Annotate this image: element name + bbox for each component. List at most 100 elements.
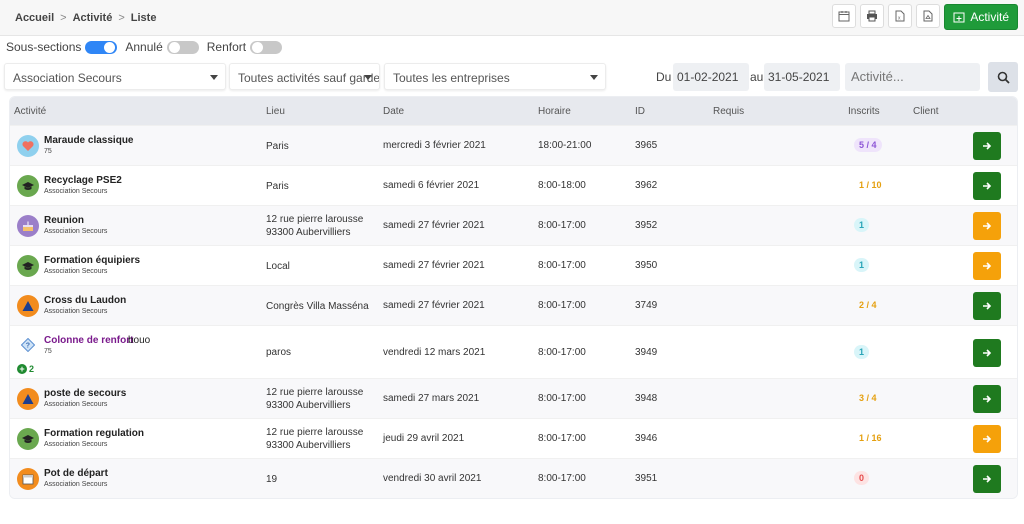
table-row[interactable]: Pot de départ Association Secours 19 vendre… [10, 458, 1017, 498]
column-header-lieu[interactable]: Lieu [266, 106, 285, 117]
company-select[interactable]: Toutes les entreprises [384, 63, 606, 90]
activity-time: 8:00-17:00 [538, 220, 586, 231]
table-row[interactable]: Formation équipiers Association Secours Lo… [10, 245, 1017, 285]
open-activity-button[interactable] [973, 465, 1001, 493]
table-row[interactable]: poste de secours Association Secours 12 ru… [10, 378, 1017, 418]
open-activity-button[interactable] [973, 338, 1001, 367]
section-select[interactable]: Association Secours [4, 63, 226, 90]
table-header: Activité Lieu Date Horaire ID Requis Ins… [10, 97, 1017, 125]
breadcrumb-separator: > [118, 12, 125, 24]
toggle-annule[interactable]: Annulé [125, 40, 199, 54]
excel-export-button[interactable]: x [888, 4, 913, 28]
toggle-label: Renfort [206, 40, 247, 54]
location-line: 12 rue pierre larousse [266, 214, 364, 225]
breadcrumb: Accueil > Activité > Liste [15, 12, 156, 24]
arrow-right-icon [983, 182, 992, 190]
calendar-button[interactable] [832, 4, 857, 28]
activity-search-input[interactable]: Activité... [845, 63, 980, 91]
section-select-value: Association Secours [13, 71, 122, 85]
print-button[interactable] [860, 4, 885, 28]
activity-name[interactable]: Pot de départ [44, 468, 108, 479]
activity-id: 3952 [635, 220, 658, 231]
open-activity-button[interactable] [973, 292, 1001, 320]
arrow-right-icon [983, 302, 992, 310]
add-activity-button[interactable]: Activité [944, 4, 1018, 30]
location-line: 12 rue pierre larousse [266, 387, 364, 398]
table-row[interactable]: Reunion Association Secours 12 rue pierre … [10, 205, 1017, 245]
activity-name[interactable]: Formation regulation [44, 428, 144, 439]
chevron-down-icon [590, 75, 598, 80]
svg-text:?: ? [26, 343, 30, 350]
toggle-switch[interactable] [250, 40, 283, 54]
toggle-switch[interactable] [166, 40, 199, 54]
activity-type-select-value: Toutes activités sauf garde [238, 71, 380, 85]
column-header-activite[interactable]: Activité [14, 106, 46, 117]
location-line: Congrès Villa Masséna [266, 300, 369, 312]
activity-id: 3965 [635, 140, 658, 151]
table-row[interactable]: Formation regulation Association Secours 1… [10, 418, 1017, 458]
column-header-horaire[interactable]: Horaire [538, 106, 571, 117]
date-from-input[interactable]: 01-02-2021 [673, 63, 749, 91]
arrow-right-icon [983, 142, 992, 150]
table-row[interactable]: Recyclage PSE2 Association Secours Paris sa… [10, 165, 1017, 205]
arrow-right-icon [983, 262, 992, 270]
open-activity-button[interactable] [973, 425, 1001, 453]
column-header-inscrits[interactable]: Inscrits [848, 106, 880, 117]
arrow-right-icon [983, 475, 992, 483]
activity-date: mercredi 3 février 2021 [383, 140, 486, 151]
column-header-id[interactable]: ID [635, 106, 645, 117]
open-activity-button[interactable] [973, 212, 1001, 240]
table-row[interactable]: Cross du Laudon Association Secours Congrè… [10, 285, 1017, 325]
activity-time: 8:00-17:00 [538, 260, 586, 271]
activity-date: samedi 27 février 2021 [383, 300, 485, 311]
table-row[interactable]: Maraude classique 75 Paris mercredi 3 févri… [10, 125, 1017, 165]
chevron-down-icon [210, 75, 218, 80]
open-activity-button[interactable] [973, 172, 1001, 200]
column-header-date[interactable]: Date [383, 106, 404, 117]
table-row[interactable]: ? Colonne de renfort bouo 75 +2 paros vendredi… [10, 325, 1017, 378]
date-to-label: au [750, 70, 764, 84]
activity-organization: Association Secours [44, 401, 108, 408]
company-select-value: Toutes les entreprises [393, 71, 510, 85]
activity-organization: Association Secours [44, 268, 108, 275]
inscrits-badge: 1 [854, 218, 870, 232]
activity-name[interactable]: Cross du Laudon [44, 295, 126, 306]
breadcrumb-separator: > [60, 12, 67, 24]
activity-table: Activité Lieu Date Horaire ID Requis Ins… [9, 96, 1018, 499]
breadcrumb-activite[interactable]: Activité [73, 12, 113, 24]
breadcrumb-liste: Liste [130, 12, 157, 24]
activity-date: vendredi 30 avril 2021 [383, 473, 482, 484]
toolbar: x Activité [832, 4, 1018, 30]
toggle-renfort[interactable]: Renfort [206, 40, 283, 54]
column-header-client[interactable]: Client [913, 106, 939, 117]
activity-organization: Association Secours [44, 308, 108, 315]
pdf-export-button[interactable] [916, 4, 941, 28]
location-line: paros [266, 347, 292, 358]
search-button[interactable] [988, 62, 1018, 92]
activity-name[interactable]: Colonne de renfort [44, 335, 133, 346]
location-line: 93300 Aubervilliers [266, 227, 351, 238]
activity-name[interactable]: Reunion [44, 215, 84, 226]
column-header-requis[interactable]: Requis [713, 106, 744, 117]
toggle-switch[interactable] [85, 40, 118, 54]
inscrits-badge: 5 / 4 [854, 138, 882, 152]
open-activity-button[interactable] [973, 385, 1001, 413]
activity-name[interactable]: Recyclage PSE2 [44, 175, 122, 186]
activity-time: 8:00-17:00 [538, 393, 586, 404]
open-activity-button[interactable] [973, 132, 1001, 160]
activity-type-select[interactable]: Toutes activités sauf garde [229, 63, 380, 90]
triangle-icon [17, 295, 39, 317]
activity-name[interactable]: poste de secours [44, 388, 126, 399]
toggle-sous-sections[interactable]: Sous-sections [6, 40, 118, 54]
toggle-label: Annulé [125, 40, 163, 54]
inscrits-badge: 2 / 4 [859, 300, 877, 310]
inscrits-badge: 1 / 10 [859, 180, 882, 190]
activity-name[interactable]: Formation équipiers [44, 255, 140, 266]
open-activity-button[interactable] [973, 252, 1001, 280]
inscrits-badge: 1 [854, 258, 870, 272]
activity-time: 8:00-18:00 [538, 180, 586, 191]
activity-name[interactable]: Maraude classique [44, 135, 133, 146]
date-to-input[interactable]: 31-05-2021 [764, 63, 840, 91]
arrow-right-icon [983, 395, 992, 403]
breadcrumb-accueil[interactable]: Accueil [15, 12, 54, 24]
